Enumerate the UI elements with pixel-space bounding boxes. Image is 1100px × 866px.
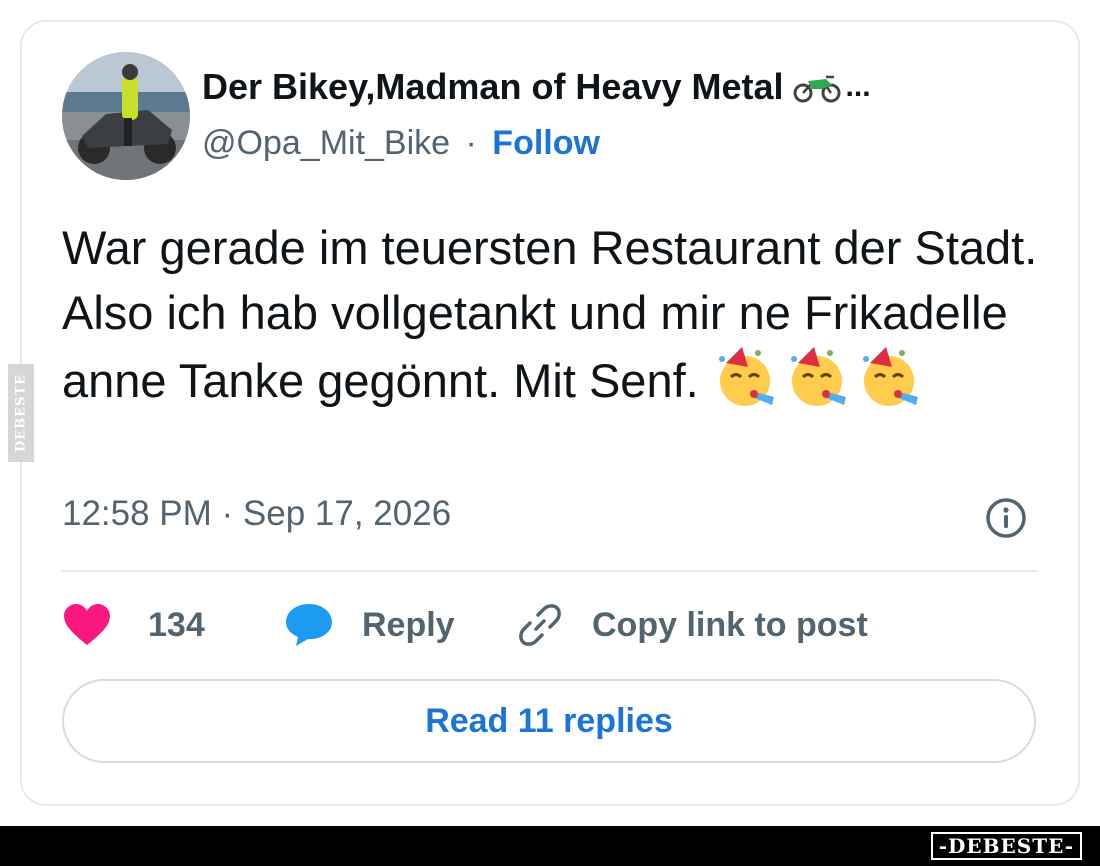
- display-name-text: Der Bikey,Madman of Heavy Metal: [202, 66, 784, 107]
- watermark-badge: -DEBESTE-: [930, 832, 1082, 860]
- partying-face-icon: [784, 345, 850, 411]
- divider: [62, 570, 1038, 572]
- tweet-text: War gerade im teuersten Restaurant der S…: [62, 215, 1042, 413]
- copy-link-label: Copy link to post: [592, 605, 868, 644]
- read-replies-button[interactable]: Read 11 replies: [62, 679, 1036, 763]
- partying-face-icon: [856, 345, 922, 411]
- heart-icon: [64, 604, 110, 645]
- link-icon: [519, 604, 561, 646]
- bottom-bar: -DEBESTE-: [0, 826, 1100, 866]
- handle-row: @Opa_Mit_Bike · Follow: [202, 124, 600, 163]
- reply-button[interactable]: Reply: [284, 600, 455, 650]
- speech-bubble-icon: [286, 604, 332, 646]
- read-replies-label: Read 11 replies: [425, 701, 673, 740]
- like-count: 134: [148, 605, 205, 644]
- name-truncation: ...: [845, 70, 871, 103]
- avatar[interactable]: [62, 52, 190, 180]
- handle[interactable]: @Opa_Mit_Bike: [202, 124, 450, 162]
- partying-face-icon: [712, 345, 778, 411]
- like-button[interactable]: 134: [62, 600, 205, 650]
- copy-link-button[interactable]: Copy link to post: [516, 600, 868, 650]
- info-icon[interactable]: [984, 496, 1028, 540]
- timestamp[interactable]: 12:58 PM · Sep 17, 2026: [62, 494, 451, 534]
- motorcycle-icon: [793, 75, 841, 103]
- display-name[interactable]: Der Bikey,Madman of Heavy Metal ...: [202, 66, 871, 108]
- follow-button[interactable]: Follow: [492, 124, 600, 162]
- side-watermark: DEBESTE: [8, 364, 34, 462]
- separator: ·: [465, 124, 477, 162]
- reply-label: Reply: [362, 605, 455, 644]
